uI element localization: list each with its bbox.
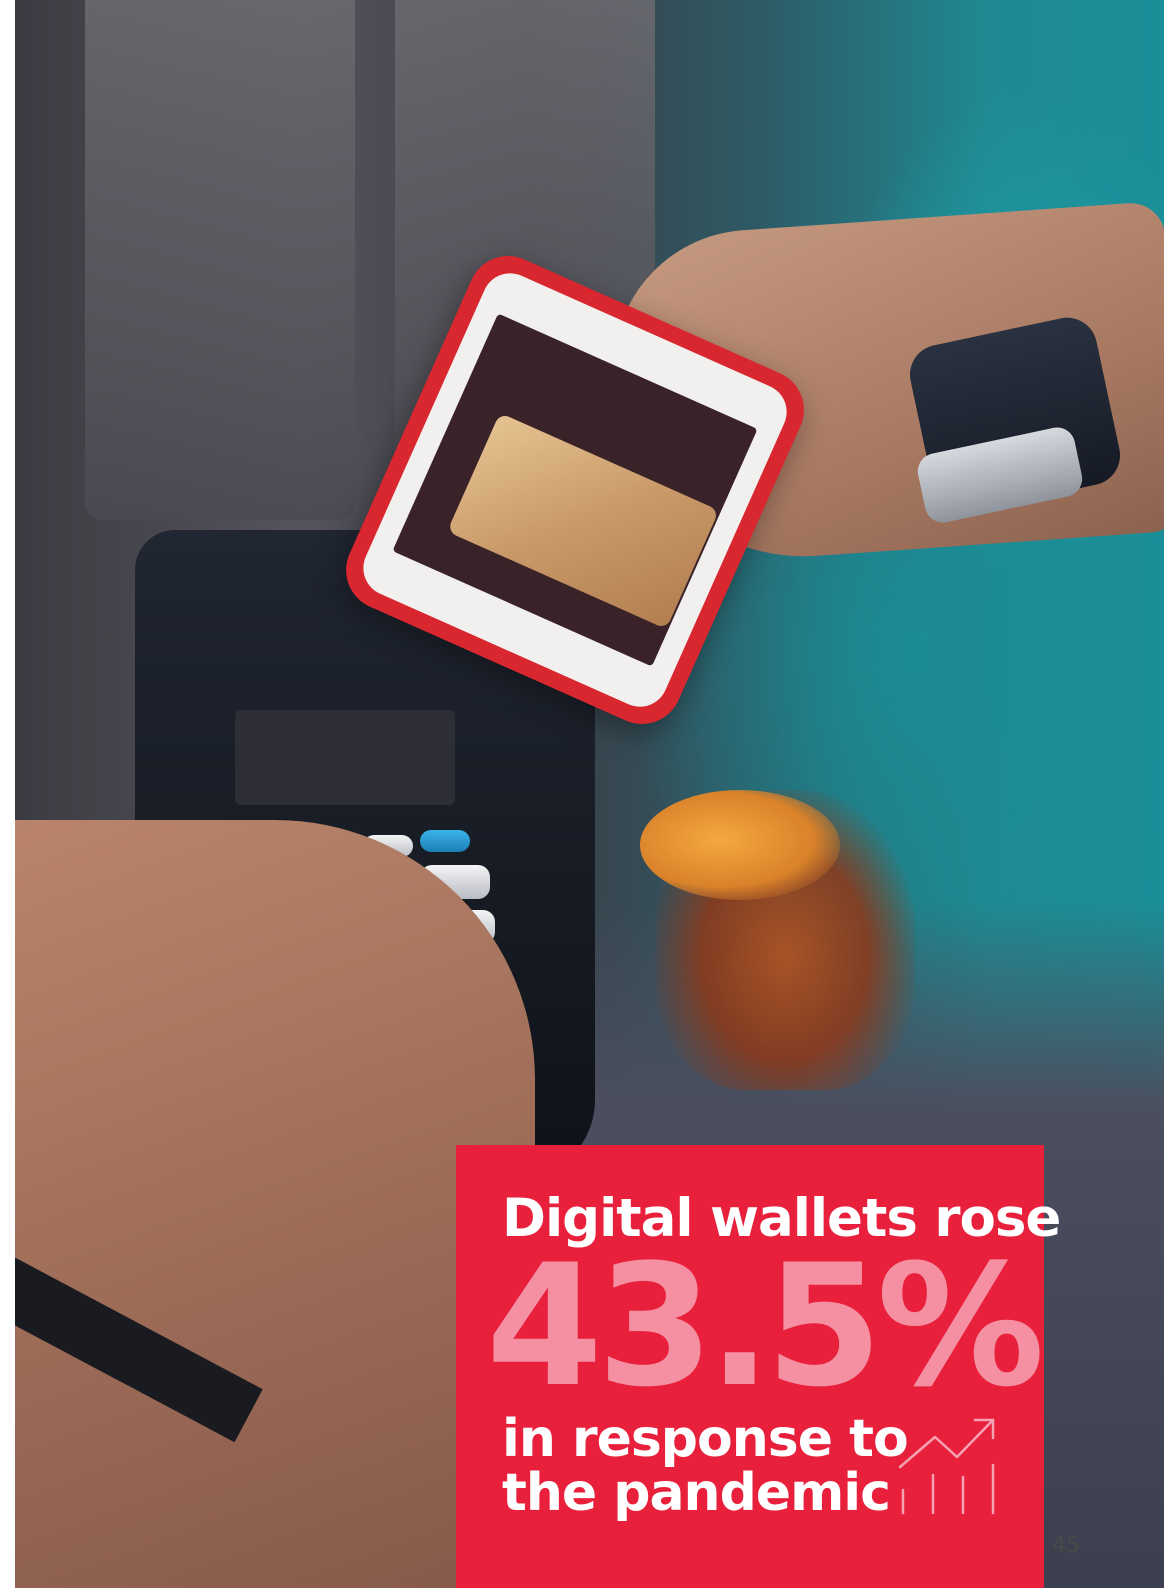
terminal-screen xyxy=(235,710,455,805)
page-number: 45 xyxy=(1052,1533,1080,1558)
orange-slice xyxy=(640,790,840,900)
phone-screen xyxy=(392,313,758,667)
callout-stat: 43.5% xyxy=(486,1228,1045,1424)
background-blind-left xyxy=(85,0,355,520)
callout-subline-line-2: the pandemic xyxy=(502,1463,891,1523)
callout-subline: in response to the pandemic xyxy=(502,1409,909,1523)
callout-subline-line-1: in response to xyxy=(502,1409,909,1469)
credit-card-image xyxy=(447,412,720,630)
terminal-key xyxy=(420,830,470,852)
growth-chart-icon xyxy=(898,1418,995,1515)
